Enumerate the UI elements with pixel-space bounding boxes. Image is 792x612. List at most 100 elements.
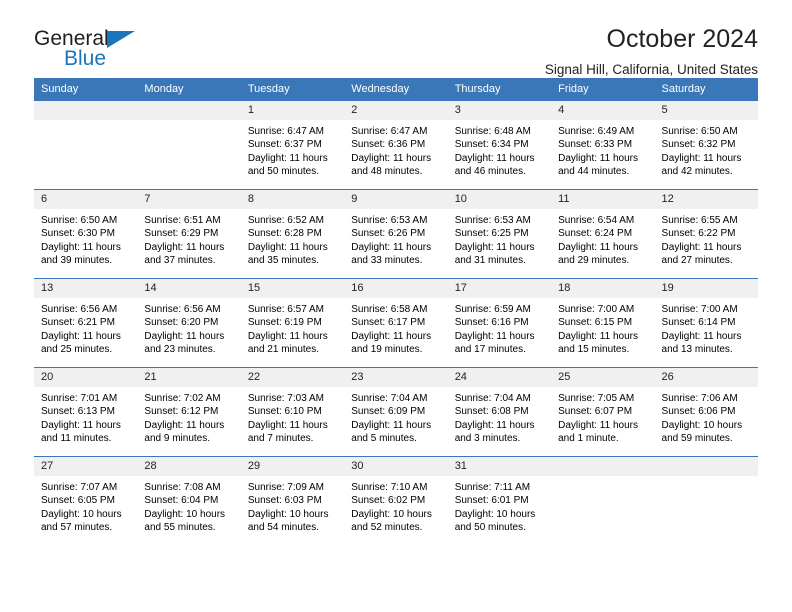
sunset-text: Sunset: 6:10 PM: [247, 406, 322, 418]
day-sun-details: Sunrise: 6:50 AM Sunset: 6:32 PM Daylight:…: [655, 120, 758, 179]
day-sun-details: Sunrise: 6:51 AM Sunset: 6:29 PM Daylight:…: [137, 209, 240, 268]
day-sun-details: Sunrise: 6:47 AM Sunset: 6:37 PM Daylight:…: [241, 120, 344, 179]
daylight-text: Daylight: 11 hours: [247, 330, 328, 342]
calendar-day-cell[interactable]: 15 Sunrise: 6:57 AM Sunset: 6:19 PM Dayligh…: [240, 278, 345, 368]
sunset-text: Sunset: 6:28 PM: [247, 228, 322, 240]
calendar-day-cell[interactable]: 16 Sunrise: 6:58 AM Sunset: 6:17 PM Dayligh…: [344, 278, 448, 368]
daylight-text: Daylight: 11 hours: [454, 330, 535, 342]
calendar-day-cell[interactable]: 4 Sunrise: 6:49 AM Sunset: 6:33 PM Daylight…: [551, 100, 655, 190]
sunrise-text: Sunrise: 7:02 AM: [144, 393, 221, 404]
calendar-day-cell[interactable]: 7 Sunrise: 6:51 AM Sunset: 6:29 PM Daylight…: [137, 189, 241, 279]
calendar-header-row: Sunday Monday Tuesday Wednesday Thursday…: [34, 78, 758, 101]
sunset-text: Sunset: 6:05 PM: [41, 495, 115, 507]
calendar-day-cell[interactable]: 20 Sunrise: 7:01 AM Sunset: 6:13 PM Dayligh…: [34, 367, 138, 457]
day-sun-details: Sunrise: 6:55 AM Sunset: 6:22 PM Daylight:…: [655, 209, 758, 268]
day-number: [137, 101, 241, 120]
daylight-text-cont: and 9 minutes.: [144, 433, 211, 445]
calendar-day-cell[interactable]: 23 Sunrise: 7:04 AM Sunset: 6:09 PM Dayligh…: [344, 367, 448, 457]
daylight-text-cont: and 17 minutes.: [454, 344, 526, 356]
calendar-day-cell[interactable]: 10 Sunrise: 6:53 AM Sunset: 6:25 PM Dayligh…: [447, 189, 552, 279]
sunset-text: Sunset: 6:06 PM: [661, 406, 736, 418]
day-sun-details: Sunrise: 6:50 AM Sunset: 6:30 PM Daylight:…: [34, 209, 137, 268]
day-number: 6: [34, 190, 138, 209]
sunrise-text: Sunrise: 6:57 AM: [247, 304, 324, 315]
day-sun-details: Sunrise: 7:00 AM Sunset: 6:14 PM Daylight:…: [655, 298, 758, 357]
calendar-day-cell[interactable]: 17 Sunrise: 6:59 AM Sunset: 6:16 PM Dayligh…: [447, 278, 552, 368]
sunrise-text: Sunrise: 6:55 AM: [661, 215, 738, 226]
daylight-text: Daylight: 11 hours: [454, 419, 535, 431]
daylight-text: Daylight: 10 hours: [144, 508, 226, 520]
calendar-empty-cell: [34, 100, 138, 190]
sunrise-text: Sunrise: 6:50 AM: [661, 126, 738, 137]
calendar-day-cell[interactable]: 9 Sunrise: 6:53 AM Sunset: 6:26 PM Daylight…: [344, 189, 448, 279]
sunrise-text: Sunrise: 7:04 AM: [351, 393, 428, 404]
calendar-day-cell[interactable]: 5 Sunrise: 6:50 AM Sunset: 6:32 PM Daylight…: [654, 100, 758, 190]
sunset-text: Sunset: 6:25 PM: [454, 228, 529, 240]
title-block: October 2024 Signal Hill, California, Un…: [154, 25, 758, 77]
day-number: 31: [447, 457, 552, 476]
day-sun-details: Sunrise: 7:11 AM Sunset: 6:01 PM Daylight:…: [448, 476, 551, 535]
calendar-day-cell[interactable]: 19 Sunrise: 7:00 AM Sunset: 6:14 PM Dayligh…: [654, 278, 758, 368]
calendar-body: 1 Sunrise: 6:47 AM Sunset: 6:37 PM Daylight…: [34, 100, 758, 546]
sunrise-text: Sunrise: 6:52 AM: [247, 215, 324, 226]
calendar-day-cell[interactable]: 27 Sunrise: 7:07 AM Sunset: 6:05 PM Dayligh…: [34, 456, 138, 546]
calendar-day-cell[interactable]: 21 Sunrise: 7:02 AM Sunset: 6:12 PM Dayligh…: [137, 367, 241, 457]
calendar-day-cell[interactable]: 29 Sunrise: 7:09 AM Sunset: 6:03 PM Dayligh…: [240, 456, 345, 546]
daylight-text-cont: and 19 minutes.: [351, 344, 423, 356]
day-sun-details: Sunrise: 6:53 AM Sunset: 6:25 PM Daylight:…: [448, 209, 551, 268]
calendar-day-cell[interactable]: 3 Sunrise: 6:48 AM Sunset: 6:34 PM Daylight…: [447, 100, 552, 190]
day-number: 11: [551, 190, 655, 209]
calendar-day-cell[interactable]: 12 Sunrise: 6:55 AM Sunset: 6:22 PM Dayligh…: [654, 189, 758, 279]
sunrise-text: Sunrise: 7:01 AM: [41, 393, 118, 404]
sunset-text: Sunset: 6:13 PM: [41, 406, 115, 418]
day-number: 12: [654, 190, 758, 209]
sunset-text: Sunset: 6:19 PM: [247, 317, 322, 329]
sunrise-text: Sunrise: 6:50 AM: [41, 215, 118, 226]
day-number: 25: [551, 368, 655, 387]
sunset-text: Sunset: 6:14 PM: [661, 317, 736, 329]
sunrise-text: Sunrise: 6:53 AM: [454, 215, 531, 226]
sunset-text: Sunset: 6:30 PM: [41, 228, 115, 240]
daylight-text-cont: and 50 minutes.: [247, 166, 320, 178]
calendar-day-cell[interactable]: 11 Sunrise: 6:54 AM Sunset: 6:24 PM Dayligh…: [551, 189, 655, 279]
day-sun-details: Sunrise: 6:49 AM Sunset: 6:33 PM Daylight:…: [551, 120, 654, 179]
calendar-day-cell[interactable]: 22 Sunrise: 7:03 AM Sunset: 6:10 PM Dayligh…: [240, 367, 345, 457]
daylight-text: Daylight: 10 hours: [661, 419, 743, 431]
day-number: 5: [654, 101, 758, 120]
calendar-day-cell[interactable]: 31 Sunrise: 7:11 AM Sunset: 6:01 PM Dayligh…: [447, 456, 552, 546]
daylight-text-cont: and 15 minutes.: [558, 344, 630, 356]
day-number: 15: [240, 279, 345, 298]
sunset-text: Sunset: 6:16 PM: [454, 317, 529, 329]
calendar-day-cell[interactable]: 13 Sunrise: 6:56 AM Sunset: 6:21 PM Dayligh…: [34, 278, 138, 368]
sunrise-text: Sunrise: 7:06 AM: [661, 393, 738, 404]
calendar-day-cell[interactable]: 24 Sunrise: 7:04 AM Sunset: 6:08 PM Dayligh…: [447, 367, 552, 457]
calendar-day-cell[interactable]: 2 Sunrise: 6:47 AM Sunset: 6:36 PM Daylight…: [344, 100, 448, 190]
daylight-text-cont: and 29 minutes.: [558, 255, 630, 267]
daylight-text-cont: and 31 minutes.: [454, 255, 526, 267]
daylight-text: Daylight: 10 hours: [247, 508, 329, 520]
day-number: 20: [34, 368, 138, 387]
sunrise-text: Sunrise: 7:00 AM: [558, 304, 635, 315]
daylight-text: Daylight: 10 hours: [454, 508, 536, 520]
daylight-text: Daylight: 11 hours: [41, 241, 121, 253]
daylight-text: Daylight: 11 hours: [351, 241, 432, 253]
day-number: 8: [240, 190, 345, 209]
daylight-text-cont: and 59 minutes.: [661, 433, 733, 445]
calendar-week-row: 6 Sunrise: 6:50 AM Sunset: 6:30 PM Daylight…: [34, 189, 758, 279]
daylight-text-cont: and 52 minutes.: [351, 522, 423, 534]
calendar-day-cell[interactable]: 6 Sunrise: 6:50 AM Sunset: 6:30 PM Daylight…: [34, 189, 138, 279]
calendar-day-cell[interactable]: 14 Sunrise: 6:56 AM Sunset: 6:20 PM Dayligh…: [137, 278, 241, 368]
daylight-text-cont: and 25 minutes.: [41, 344, 113, 356]
calendar-day-cell[interactable]: 28 Sunrise: 7:08 AM Sunset: 6:04 PM Dayligh…: [137, 456, 241, 546]
daylight-text: Daylight: 11 hours: [247, 419, 328, 431]
sunrise-text: Sunrise: 6:53 AM: [351, 215, 428, 226]
calendar-day-cell[interactable]: 26 Sunrise: 7:06 AM Sunset: 6:06 PM Dayligh…: [654, 367, 758, 457]
weekday-header-monday: Monday: [137, 78, 241, 101]
calendar-day-cell[interactable]: 25 Sunrise: 7:05 AM Sunset: 6:07 PM Dayligh…: [551, 367, 655, 457]
day-number: 29: [240, 457, 345, 476]
calendar-day-cell[interactable]: 18 Sunrise: 7:00 AM Sunset: 6:15 PM Dayligh…: [551, 278, 655, 368]
calendar-day-cell[interactable]: 1 Sunrise: 6:47 AM Sunset: 6:37 PM Daylight…: [240, 100, 345, 190]
calendar-day-cell[interactable]: 30 Sunrise: 7:10 AM Sunset: 6:02 PM Dayligh…: [344, 456, 448, 546]
calendar-day-cell[interactable]: 8 Sunrise: 6:52 AM Sunset: 6:28 PM Daylight…: [240, 189, 345, 279]
sunset-text: Sunset: 6:24 PM: [558, 228, 633, 240]
